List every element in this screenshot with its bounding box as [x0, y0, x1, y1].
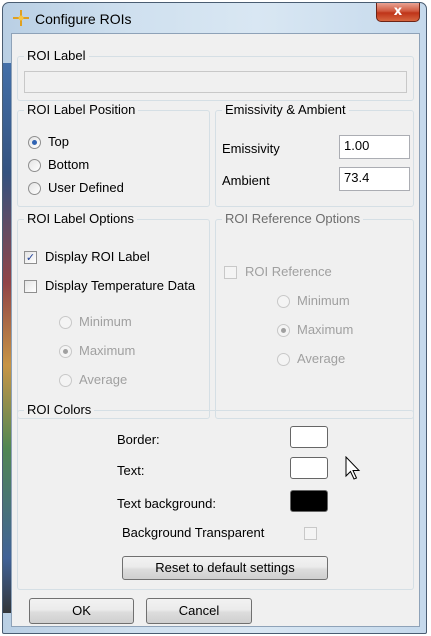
background-strip — [3, 63, 11, 613]
reference-options-group-title: ROI Reference Options — [222, 211, 364, 226]
text-bg-color-swatch[interactable] — [290, 490, 328, 512]
radio-user-defined-label: User Defined — [48, 180, 124, 195]
temp-radio-maximum[interactable] — [59, 345, 72, 358]
radio-bottom[interactable] — [28, 159, 41, 172]
title-bar[interactable]: Configure ROIs x — [3, 3, 426, 33]
roi-label-group: ROI Label — [17, 48, 414, 101]
text-bg-color-label: Text background: — [117, 496, 217, 511]
cancel-button[interactable]: Cancel — [146, 598, 252, 624]
close-icon: x — [393, 4, 403, 19]
dialog-client-area: ROI Label ROI Label Position Top Bottom … — [11, 33, 420, 627]
ambient-input[interactable]: 73.4 — [339, 167, 410, 191]
emissivity-ambient-group: Emissivity & Ambient Emissivity 1.00 Amb… — [215, 102, 414, 207]
radio-top[interactable] — [28, 136, 41, 149]
ref-radio-minimum-label: Minimum — [297, 293, 350, 308]
border-color-swatch[interactable] — [290, 426, 328, 448]
reset-defaults-button[interactable]: Reset to default settings — [122, 556, 328, 580]
display-roi-label-text: Display ROI Label — [45, 249, 150, 264]
label-position-group-title: ROI Label Position — [24, 102, 139, 117]
bg-transparent-checkbox[interactable] — [304, 527, 317, 540]
reference-options-group: ROI Reference Options ROI Reference Mini… — [215, 211, 414, 419]
label-options-group: ROI Label Options ✓ Display ROI Label Di… — [17, 211, 210, 419]
display-roi-label-checkbox[interactable]: ✓ — [24, 251, 37, 264]
display-temperature-checkbox[interactable] — [24, 280, 37, 293]
app-icon — [13, 10, 29, 26]
roi-reference-checkbox[interactable] — [224, 266, 237, 279]
border-color-label: Border: — [117, 432, 160, 447]
bg-transparent-label: Background Transparent — [122, 525, 265, 540]
radio-user-defined[interactable] — [28, 182, 41, 195]
emissivity-label: Emissivity — [222, 141, 280, 156]
ref-radio-average[interactable] — [277, 353, 290, 366]
display-temperature-text: Display Temperature Data — [45, 278, 196, 293]
ref-radio-maximum[interactable] — [277, 324, 290, 337]
roi-colors-group-title: ROI Colors — [24, 402, 95, 417]
ref-radio-maximum-label: Maximum — [297, 322, 354, 337]
emissivity-input[interactable]: 1.00 — [339, 135, 410, 159]
label-options-group-title: ROI Label Options — [24, 211, 137, 226]
temp-radio-maximum-label: Maximum — [79, 343, 136, 358]
temp-radio-average[interactable] — [59, 374, 72, 387]
roi-reference-label: ROI Reference — [245, 264, 332, 279]
roi-label-group-title: ROI Label — [24, 48, 89, 63]
temp-radio-average-label: Average — [79, 372, 128, 387]
radio-top-label: Top — [48, 134, 69, 149]
dialog-window: Configure ROIs x ROI Label ROI Label Pos… — [2, 2, 427, 634]
mouse-pointer-icon — [345, 456, 361, 480]
ambient-label: Ambient — [222, 173, 270, 188]
ok-button[interactable]: OK — [29, 598, 134, 624]
label-position-group: ROI Label Position Top Bottom User Defin… — [17, 102, 210, 207]
roi-colors-group: ROI Colors Border: Text: Text background… — [17, 402, 414, 590]
temp-radio-minimum[interactable] — [59, 316, 72, 329]
window-title: Configure ROIs — [35, 11, 132, 27]
radio-bottom-label: Bottom — [48, 157, 90, 172]
close-button[interactable]: x — [376, 3, 420, 22]
text-color-swatch[interactable] — [290, 457, 328, 479]
roi-label-input[interactable] — [24, 71, 407, 93]
text-color-label: Text: — [117, 463, 145, 478]
temp-radio-minimum-label: Minimum — [79, 314, 132, 329]
ref-radio-minimum[interactable] — [277, 295, 290, 308]
ref-radio-average-label: Average — [297, 351, 346, 366]
emissivity-ambient-group-title: Emissivity & Ambient — [222, 102, 349, 117]
